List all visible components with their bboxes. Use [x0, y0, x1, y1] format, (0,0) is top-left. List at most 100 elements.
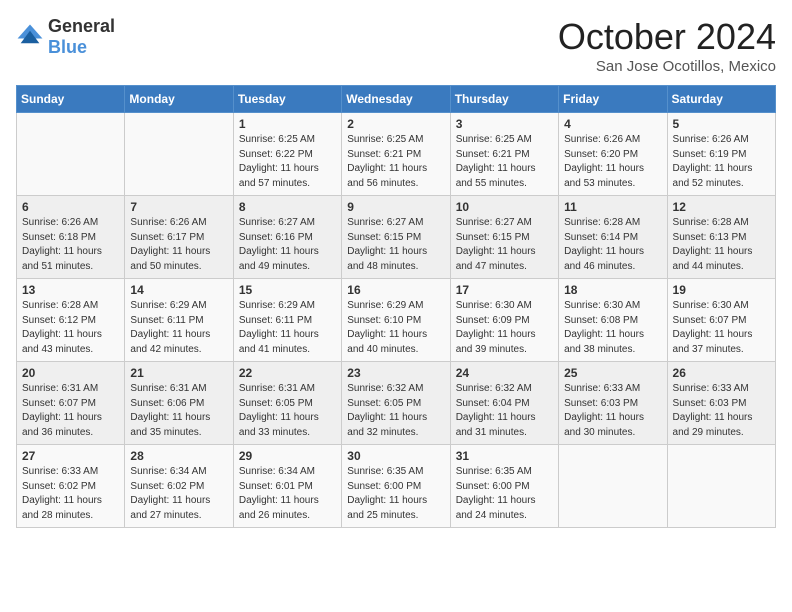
calendar-day-cell: 28 Sunrise: 6:34 AMSunset: 6:02 PMDayligh… [125, 445, 233, 528]
day-number: 20 [22, 366, 119, 380]
calendar-day-cell: 16 Sunrise: 6:29 AMSunset: 6:10 PMDayligh… [342, 279, 450, 362]
page-header: General Blue October 2024 San Jose Ocoti… [16, 16, 776, 75]
calendar-day-cell: 12Sunrise: 6:28 AMSunset: 6:13 PMDayligh… [667, 196, 775, 279]
day-number: 21 [130, 366, 227, 380]
calendar-day-cell: 10 Sunrise: 6:27 AMSunset: 6:15 PMDayligh… [450, 196, 558, 279]
day-info: Sunrise: 6:35 AMSunset: 6:00 PMDaylight:… [456, 465, 553, 523]
day-info: Sunrise: 6:25 AMSunset: 6:21 PMDaylight:… [347, 133, 444, 191]
day-number: 5 [673, 117, 770, 131]
calendar-week-row: 1 Sunrise: 6:25 AMSunset: 6:22 PMDaylight… [17, 113, 776, 196]
day-number: 29 [239, 449, 336, 463]
calendar-day-cell: 6Sunrise: 6:26 AMSunset: 6:18 PMDaylight… [17, 196, 125, 279]
day-number: 7 [130, 200, 227, 214]
calendar-day-cell: 2 Sunrise: 6:25 AMSunset: 6:21 PMDaylight… [342, 113, 450, 196]
day-number: 13 [22, 283, 119, 297]
calendar-day-cell: 27 Sunrise: 6:33 AMSunset: 6:02 PMDayligh… [17, 445, 125, 528]
calendar-day-cell [667, 445, 775, 528]
calendar-week-row: 6Sunrise: 6:26 AMSunset: 6:18 PMDaylight… [17, 196, 776, 279]
calendar-day-cell: 8 Sunrise: 6:27 AMSunset: 6:16 PMDaylight… [233, 196, 341, 279]
day-number: 6 [22, 200, 119, 214]
location-title: San Jose Ocotillos, Mexico [558, 58, 776, 75]
day-info: Sunrise: 6:35 AMSunset: 6:00 PMDaylight:… [347, 465, 444, 523]
weekday-header-wednesday: Wednesday [342, 86, 450, 113]
calendar-day-cell: 29 Sunrise: 6:34 AMSunset: 6:01 PMDayligh… [233, 445, 341, 528]
logo-text-general: General [48, 16, 115, 36]
day-number: 10 [456, 200, 553, 214]
day-number: 15 [239, 283, 336, 297]
calendar-week-row: 20 Sunrise: 6:31 AMSunset: 6:07 PMDayligh… [17, 362, 776, 445]
title-block: October 2024 San Jose Ocotillos, Mexico [558, 16, 776, 75]
day-info: Sunrise: 6:31 AMSunset: 6:05 PMDaylight:… [239, 382, 336, 440]
weekday-header-friday: Friday [559, 86, 667, 113]
day-number: 30 [347, 449, 444, 463]
calendar-day-cell: 26Sunrise: 6:33 AMSunset: 6:03 PMDayligh… [667, 362, 775, 445]
day-info: Sunrise: 6:31 AMSunset: 6:06 PMDaylight:… [130, 382, 227, 440]
day-number: 16 [347, 283, 444, 297]
day-info: Sunrise: 6:33 AMSunset: 6:03 PMDaylight:… [564, 382, 661, 440]
day-info: Sunrise: 6:28 AMSunset: 6:12 PMDaylight:… [22, 299, 119, 357]
calendar-day-cell: 24 Sunrise: 6:32 AMSunset: 6:04 PMDayligh… [450, 362, 558, 445]
day-number: 11 [564, 200, 661, 214]
logo-text-blue: Blue [48, 37, 87, 57]
calendar-day-cell: 18 Sunrise: 6:30 AMSunset: 6:08 PMDayligh… [559, 279, 667, 362]
day-number: 23 [347, 366, 444, 380]
calendar-day-cell [125, 113, 233, 196]
day-number: 9 [347, 200, 444, 214]
day-info: Sunrise: 6:30 AMSunset: 6:08 PMDaylight:… [564, 299, 661, 357]
day-number: 17 [456, 283, 553, 297]
day-number: 8 [239, 200, 336, 214]
day-number: 4 [564, 117, 661, 131]
day-info: Sunrise: 6:29 AMSunset: 6:11 PMDaylight:… [130, 299, 227, 357]
day-info: Sunrise: 6:32 AMSunset: 6:04 PMDaylight:… [456, 382, 553, 440]
day-info: Sunrise: 6:29 AMSunset: 6:10 PMDaylight:… [347, 299, 444, 357]
day-number: 31 [456, 449, 553, 463]
day-number: 22 [239, 366, 336, 380]
calendar-day-cell: 7 Sunrise: 6:26 AMSunset: 6:17 PMDaylight… [125, 196, 233, 279]
day-info: Sunrise: 6:34 AMSunset: 6:02 PMDaylight:… [130, 465, 227, 523]
day-number: 12 [673, 200, 770, 214]
calendar-day-cell: 3 Sunrise: 6:25 AMSunset: 6:21 PMDaylight… [450, 113, 558, 196]
day-info: Sunrise: 6:32 AMSunset: 6:05 PMDaylight:… [347, 382, 444, 440]
day-info: Sunrise: 6:30 AMSunset: 6:09 PMDaylight:… [456, 299, 553, 357]
day-number: 27 [22, 449, 119, 463]
day-info: Sunrise: 6:25 AMSunset: 6:22 PMDaylight:… [239, 133, 336, 191]
day-info: Sunrise: 6:26 AMSunset: 6:17 PMDaylight:… [130, 216, 227, 274]
day-info: Sunrise: 6:27 AMSunset: 6:15 PMDaylight:… [456, 216, 553, 274]
weekday-header-tuesday: Tuesday [233, 86, 341, 113]
day-info: Sunrise: 6:34 AMSunset: 6:01 PMDaylight:… [239, 465, 336, 523]
weekday-header-monday: Monday [125, 86, 233, 113]
day-info: Sunrise: 6:26 AMSunset: 6:19 PMDaylight:… [673, 133, 770, 191]
day-number: 2 [347, 117, 444, 131]
month-title: October 2024 [558, 16, 776, 58]
day-number: 3 [456, 117, 553, 131]
calendar-day-cell: 4 Sunrise: 6:26 AMSunset: 6:20 PMDaylight… [559, 113, 667, 196]
day-info: Sunrise: 6:33 AMSunset: 6:02 PMDaylight:… [22, 465, 119, 523]
weekday-header-sunday: Sunday [17, 86, 125, 113]
day-number: 1 [239, 117, 336, 131]
calendar-day-cell: 13 Sunrise: 6:28 AMSunset: 6:12 PMDayligh… [17, 279, 125, 362]
calendar-day-cell: 14Sunrise: 6:29 AMSunset: 6:11 PMDayligh… [125, 279, 233, 362]
weekday-header-saturday: Saturday [667, 86, 775, 113]
weekday-header-thursday: Thursday [450, 86, 558, 113]
day-number: 18 [564, 283, 661, 297]
calendar-day-cell: 30 Sunrise: 6:35 AMSunset: 6:00 PMDayligh… [342, 445, 450, 528]
calendar-day-cell: 20 Sunrise: 6:31 AMSunset: 6:07 PMDayligh… [17, 362, 125, 445]
calendar-day-cell: 1 Sunrise: 6:25 AMSunset: 6:22 PMDaylight… [233, 113, 341, 196]
day-info: Sunrise: 6:31 AMSunset: 6:07 PMDaylight:… [22, 382, 119, 440]
day-info: Sunrise: 6:30 AMSunset: 6:07 PMDaylight:… [673, 299, 770, 357]
day-info: Sunrise: 6:29 AMSunset: 6:11 PMDaylight:… [239, 299, 336, 357]
day-number: 24 [456, 366, 553, 380]
day-info: Sunrise: 6:27 AMSunset: 6:15 PMDaylight:… [347, 216, 444, 274]
day-number: 28 [130, 449, 227, 463]
calendar-day-cell: 17 Sunrise: 6:30 AMSunset: 6:09 PMDayligh… [450, 279, 558, 362]
logo: General Blue [16, 16, 115, 58]
calendar-day-cell: 25Sunrise: 6:33 AMSunset: 6:03 PMDayligh… [559, 362, 667, 445]
calendar-day-cell: 31 Sunrise: 6:35 AMSunset: 6:00 PMDayligh… [450, 445, 558, 528]
calendar-day-cell: 21 Sunrise: 6:31 AMSunset: 6:06 PMDayligh… [125, 362, 233, 445]
day-info: Sunrise: 6:25 AMSunset: 6:21 PMDaylight:… [456, 133, 553, 191]
day-info: Sunrise: 6:26 AMSunset: 6:20 PMDaylight:… [564, 133, 661, 191]
calendar-day-cell: 11Sunrise: 6:28 AMSunset: 6:14 PMDayligh… [559, 196, 667, 279]
weekday-header-row: SundayMondayTuesdayWednesdayThursdayFrid… [17, 86, 776, 113]
day-info: Sunrise: 6:27 AMSunset: 6:16 PMDaylight:… [239, 216, 336, 274]
calendar-day-cell: 19Sunrise: 6:30 AMSunset: 6:07 PMDayligh… [667, 279, 775, 362]
